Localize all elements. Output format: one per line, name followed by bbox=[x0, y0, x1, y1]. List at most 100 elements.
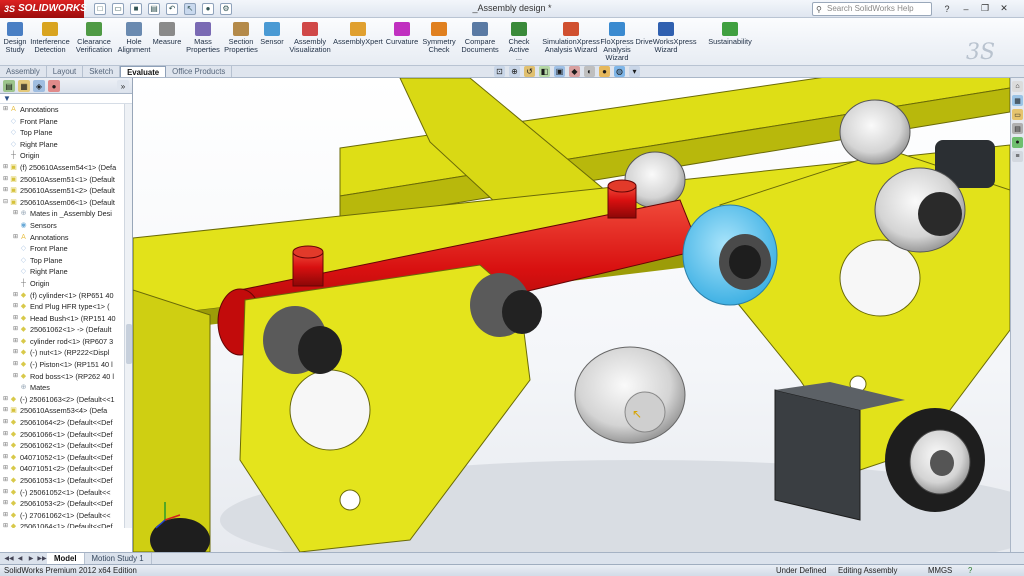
tree-item[interactable]: ⊞ ◆ cylinder rod<1> (RP607 3 bbox=[0, 336, 132, 348]
expand-toggle-icon[interactable]: ⊞ bbox=[12, 359, 19, 371]
appearance-icon[interactable]: ● bbox=[599, 66, 610, 77]
undo-icon[interactable]: ↶ bbox=[166, 2, 178, 15]
print-icon[interactable]: ▤ bbox=[148, 2, 160, 15]
tree-item[interactable]: ◇ Right Plane bbox=[0, 139, 132, 151]
units-selector[interactable]: MMGS bbox=[928, 565, 952, 576]
zoom-area-icon[interactable]: ⊕ bbox=[509, 66, 520, 77]
tree-item[interactable]: ⊞ ◆ (-) 27061062<1> (Default<< bbox=[0, 510, 132, 522]
minimize-button[interactable]: – bbox=[959, 2, 973, 15]
view-settings-icon[interactable]: ▾ bbox=[629, 66, 640, 77]
tree-item[interactable]: ⊞ ◆ (-) nut<1> (RP222<Displ bbox=[0, 347, 132, 359]
ribbon-tool-3[interactable]: Clearance Verification bbox=[74, 22, 114, 54]
expand-toggle-icon[interactable]: ⊞ bbox=[12, 208, 19, 220]
first-tab-icon[interactable]: ◀◀ bbox=[4, 554, 14, 563]
expand-toggle-icon[interactable]: ⊞ bbox=[2, 463, 9, 475]
model-tab-model[interactable]: Model bbox=[47, 553, 85, 564]
ribbon-tool-1[interactable]: Design Study bbox=[4, 22, 27, 54]
tree-item[interactable]: ⊞ ◆ (-) 25061052<1> (Default<< bbox=[0, 487, 132, 499]
expand-toggle-icon[interactable]: ⊞ bbox=[2, 487, 9, 499]
ribbon-tool-17[interactable]: DriveWorksXpress Wizard bbox=[635, 22, 697, 54]
ribbon-tool-2[interactable]: Interference Detection bbox=[30, 22, 70, 54]
ribbon-tool-11[interactable]: Curvature bbox=[386, 22, 418, 46]
ribbon-tool-14[interactable]: Check Active ... bbox=[506, 22, 532, 62]
search-help-input[interactable]: ⚲ Search SolidWorks Help bbox=[812, 2, 932, 16]
options-icon[interactable]: ⚙ bbox=[220, 2, 232, 15]
next-tab-icon[interactable]: ▶ bbox=[26, 554, 36, 563]
ribbon-tool-4[interactable]: Hole Alignment bbox=[118, 22, 150, 54]
expand-toggle-icon[interactable]: ⊞ bbox=[2, 429, 9, 441]
rebuild-icon[interactable]: ● bbox=[202, 2, 214, 15]
open-icon[interactable]: ▭ bbox=[112, 2, 124, 15]
tree-item[interactable]: ⊞ ◆ 25061064<1> (Default<<Def bbox=[0, 521, 132, 528]
tree-item[interactable]: ⊞ ◆ Head Bush<1> (RP151 40 bbox=[0, 313, 132, 325]
ribbon-tool-6[interactable]: Mass Properties bbox=[186, 22, 220, 54]
expand-toggle-icon[interactable]: ⊞ bbox=[2, 174, 9, 186]
expand-toggle-icon[interactable]: ⊞ bbox=[2, 185, 9, 197]
tree-item[interactable]: ◇ Top Plane bbox=[0, 127, 132, 139]
new-icon[interactable]: □ bbox=[94, 2, 106, 15]
appearances-icon[interactable]: ● bbox=[1012, 137, 1023, 148]
tree-item[interactable]: ⊟ ▣ 250610Assem06<1> (Default bbox=[0, 197, 132, 209]
floating-wheel[interactable] bbox=[574, 346, 686, 444]
file-explorer-icon[interactable]: ▭ bbox=[1012, 109, 1023, 120]
expand-toggle-icon[interactable]: ⊞ bbox=[12, 232, 19, 244]
top-wheel-right[interactable] bbox=[839, 99, 911, 165]
help-icon[interactable]: ? bbox=[940, 2, 954, 15]
ribbon-tool-8[interactable]: Sensor bbox=[260, 22, 284, 46]
save-icon[interactable]: ■ bbox=[130, 2, 142, 15]
tab-sketch[interactable]: Sketch bbox=[83, 66, 121, 77]
tree-item[interactable]: ⊞ ◆ 25061053<1> (Default<<Def bbox=[0, 475, 132, 487]
tab-evaluate[interactable]: Evaluate bbox=[120, 66, 167, 77]
tree-item[interactable]: ⊞ A Annotations bbox=[0, 232, 132, 244]
scrollbar-thumb[interactable] bbox=[126, 324, 132, 364]
tree-item[interactable]: ◇ Front Plane bbox=[0, 116, 132, 128]
tree-item[interactable]: ┼ Origin bbox=[0, 278, 132, 290]
tree-item[interactable]: ◇ Right Plane bbox=[0, 266, 132, 278]
tree-item[interactable]: ◉ Sensors bbox=[0, 220, 132, 232]
model-tab-motion-study-1[interactable]: Motion Study 1 bbox=[85, 553, 152, 564]
expand-toggle-icon[interactable]: ⊞ bbox=[2, 162, 9, 174]
feature-manager-tab-icon[interactable]: ▤ bbox=[3, 80, 15, 92]
tree-item[interactable]: ⊞ ▣ (f) 250610Assem54<1> (Defa bbox=[0, 162, 132, 174]
tree-item[interactable]: ⊞ ◆ 25061062<1> (Default<<Def bbox=[0, 440, 132, 452]
tree-filter-icon[interactable]: ▼ bbox=[0, 94, 132, 104]
expand-toggle-icon[interactable]: ⊞ bbox=[12, 301, 19, 313]
tree-item[interactable]: ◇ Front Plane bbox=[0, 243, 132, 255]
tab-assembly[interactable]: Assembly bbox=[0, 66, 47, 77]
restore-button[interactable]: ❐ bbox=[978, 2, 992, 15]
tree-item[interactable]: ⊞ ◆ 04071051<2> (Default<<Def bbox=[0, 463, 132, 475]
tree-item[interactable]: ⊞ ◆ (-) 25061063<2> (Default<<1 bbox=[0, 394, 132, 406]
select-icon[interactable]: ↖ bbox=[184, 2, 196, 15]
custom-properties-icon[interactable]: ≡ bbox=[1012, 151, 1023, 162]
expand-toggle-icon[interactable]: ⊞ bbox=[2, 104, 9, 116]
ribbon-tool-7[interactable]: Section Properties bbox=[224, 22, 258, 54]
expand-toggle-icon[interactable]: ⊞ bbox=[2, 475, 9, 487]
prev-tab-icon[interactable]: ◀ bbox=[15, 554, 25, 563]
previous-view-icon[interactable]: ↺ bbox=[524, 66, 535, 77]
tree-item[interactable]: ⊞ A Annotations bbox=[0, 104, 132, 116]
tree-item[interactable]: ⊞ ◆ 25061064<2> (Default<<Def bbox=[0, 417, 132, 429]
display-style-icon[interactable]: ◆ bbox=[569, 66, 580, 77]
tree-item[interactable]: ⊞ ▣ 250610Assem51<1> (Default bbox=[0, 174, 132, 186]
ribbon-tool-16[interactable]: FloXpress Analysis Wizard bbox=[600, 22, 634, 62]
expand-toggle-icon[interactable]: ⊟ bbox=[2, 197, 9, 209]
expand-toggle-icon[interactable]: ⊞ bbox=[12, 336, 19, 348]
view-palette-icon[interactable]: ▤ bbox=[1012, 123, 1023, 134]
solidworks-logo[interactable]: 3S SOLIDWORKS bbox=[0, 0, 87, 18]
expand-toggle-icon[interactable]: ⊞ bbox=[2, 417, 9, 429]
rebuild-status-icon[interactable]: ? bbox=[968, 565, 972, 576]
tree-scrollbar[interactable] bbox=[124, 104, 132, 528]
expand-toggle-icon[interactable]: ⊞ bbox=[2, 521, 9, 528]
tree-item[interactable]: ⊞ ◆ 25061062<1> -> (Default bbox=[0, 324, 132, 336]
tree-item[interactable]: ◇ Top Plane bbox=[0, 255, 132, 267]
tree-item[interactable]: ⊞ ⊕ Mates in _Assembly Desi bbox=[0, 208, 132, 220]
tree-item[interactable]: ⊞ ◆ End Plug HFR type<1> ( bbox=[0, 301, 132, 313]
tree-item[interactable]: ┼ Origin bbox=[0, 150, 132, 162]
ribbon-tool-10[interactable]: AssemblyXpert bbox=[333, 22, 383, 46]
tree-item[interactable]: ⊞ ▣ 250610Assem53<4> (Defa bbox=[0, 405, 132, 417]
graphics-area[interactable]: ↖ bbox=[133, 78, 1010, 552]
ribbon-tool-5[interactable]: Measure bbox=[152, 22, 182, 46]
view-orientation-icon[interactable]: ▣ bbox=[554, 66, 565, 77]
expand-toggle-icon[interactable]: ⊞ bbox=[12, 290, 19, 302]
close-button[interactable]: ✕ bbox=[997, 2, 1011, 15]
